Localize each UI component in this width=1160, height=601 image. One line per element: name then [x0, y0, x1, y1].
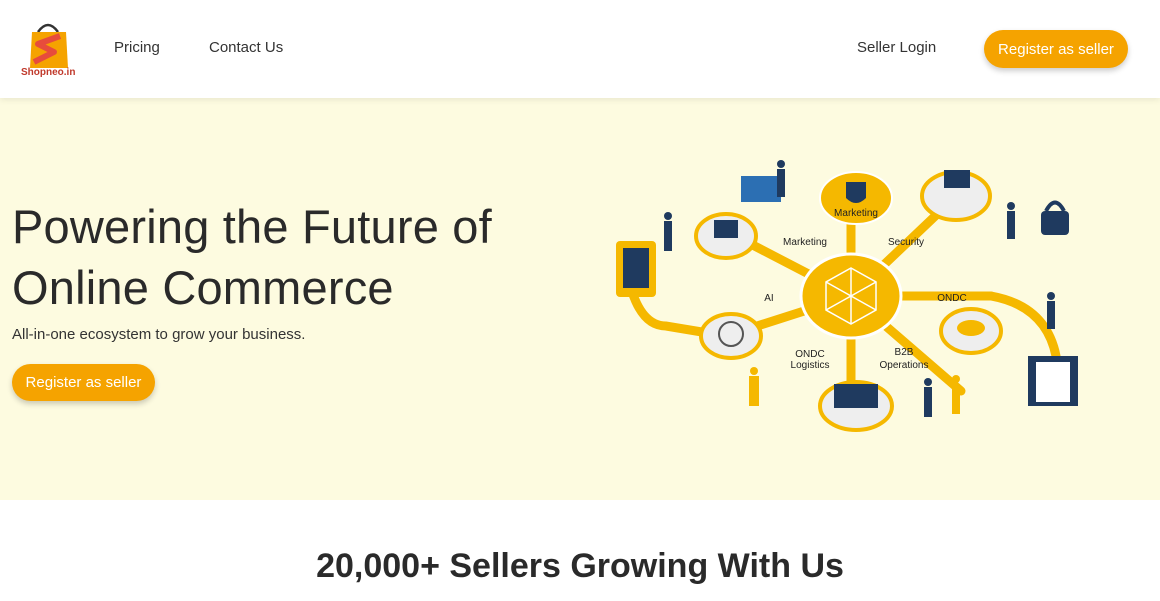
hero-subtitle: All-in-one ecosystem to grow your busine…: [12, 326, 306, 343]
ecosystem-illustration: Marketing Marketing Security AI ONDC OND…: [616, 160, 1078, 432]
illus-label-marketing-top: Marketing: [834, 208, 878, 219]
illus-label-b2b-2: Operations: [880, 360, 929, 371]
brand-name: Shopneo.in: [21, 67, 76, 78]
illus-label-marketing: Marketing: [783, 237, 827, 248]
illus-label-ondc-logistics-2: Logistics: [791, 360, 830, 371]
illus-label-b2b-1: B2B: [895, 347, 914, 358]
illus-label-ondc: ONDC: [937, 293, 966, 304]
illus-label-ondc-logistics-1: ONDC: [795, 349, 824, 360]
site-header: Shopneo.in Pricing Contact Us Seller Log…: [0, 0, 1160, 98]
sellers-heading: 20,000+ Sellers Growing With Us: [316, 547, 844, 585]
nav-contact-link[interactable]: Contact Us: [209, 39, 283, 56]
hero-section: Powering the Future of Online Commerce A…: [0, 98, 1160, 500]
illus-label-ai: AI: [764, 293, 773, 304]
nav-pricing-link[interactable]: Pricing: [114, 39, 160, 56]
hero-title: Powering the Future of Online Commerce: [12, 200, 492, 314]
header-register-button[interactable]: Register as seller: [984, 30, 1128, 68]
hero-register-button[interactable]: Register as seller: [12, 364, 155, 401]
illus-label-security: Security: [888, 237, 924, 248]
seller-login-link[interactable]: Seller Login: [857, 39, 936, 56]
